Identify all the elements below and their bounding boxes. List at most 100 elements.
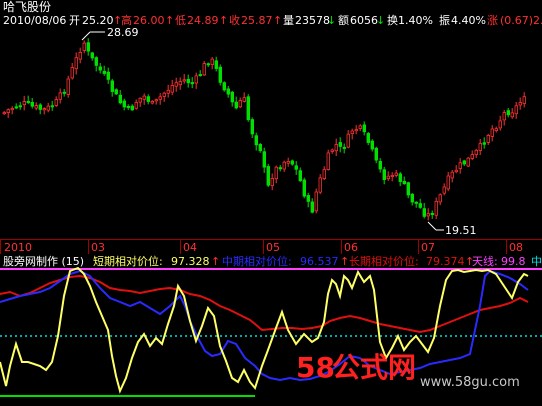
time-tick-06	[341, 240, 342, 254]
candle-body	[214, 60, 218, 69]
candle-body	[186, 78, 190, 84]
candle-body	[446, 175, 450, 190]
candle-body	[386, 175, 390, 179]
candle-body	[34, 105, 38, 109]
candle-body	[258, 143, 262, 152]
candle-body	[406, 182, 410, 196]
candle-body	[522, 96, 526, 104]
candle-body	[418, 203, 422, 208]
time-tick-05	[263, 240, 264, 254]
time-label-08: 08	[509, 241, 523, 254]
candle-body	[162, 92, 166, 97]
candle-body	[506, 110, 510, 116]
candle-body	[110, 80, 114, 92]
candle-body	[190, 82, 194, 85]
candle-body	[322, 169, 326, 179]
candle-body	[502, 112, 506, 121]
candle-body	[518, 102, 522, 106]
candle-body	[310, 201, 314, 213]
candle-body	[2, 112, 6, 115]
candle-body	[38, 104, 42, 110]
candle-body	[398, 173, 402, 182]
candle-body	[198, 74, 202, 77]
candle-body	[442, 186, 446, 194]
candle-body	[338, 142, 342, 147]
candle-body	[422, 208, 426, 217]
candle-body	[382, 169, 386, 180]
candle-body	[194, 75, 198, 84]
candlestick-chart[interactable]	[0, 0, 542, 240]
candle-body	[290, 160, 294, 165]
candle-body	[166, 89, 170, 94]
candle-body	[346, 133, 350, 148]
candle-body	[222, 82, 226, 91]
candle-body	[90, 52, 94, 59]
candle-body	[78, 52, 82, 60]
candle-body	[10, 108, 14, 111]
candle-body	[26, 101, 30, 104]
candle-body	[438, 194, 442, 203]
candle-body	[426, 213, 430, 217]
time-tick-08	[506, 240, 507, 254]
candle-body	[402, 180, 406, 185]
candle-body	[354, 129, 358, 132]
time-label-06: 06	[344, 241, 358, 254]
time-label-04: 04	[183, 241, 197, 254]
candle-body	[470, 154, 474, 159]
candle-body	[334, 144, 338, 152]
candle-body	[154, 99, 158, 102]
candle-body	[510, 112, 514, 118]
high-marker-line	[81, 31, 91, 41]
low-marker-label: 19.51	[445, 224, 477, 237]
candle-body	[298, 170, 302, 181]
candle-body	[302, 179, 306, 197]
candle-body	[6, 109, 10, 113]
candle-body	[486, 134, 490, 143]
candle-body	[42, 108, 46, 111]
candle-body	[18, 105, 22, 108]
candle-body	[218, 66, 222, 83]
candle-body	[366, 133, 370, 143]
candle-body	[454, 169, 458, 173]
candle-body	[474, 149, 478, 155]
candle-body	[74, 57, 78, 70]
candle-body	[370, 140, 374, 150]
candle-body	[482, 142, 486, 145]
candle-body	[342, 146, 346, 149]
candle-body	[378, 160, 382, 170]
candle-body	[450, 171, 454, 179]
candle-body	[434, 200, 438, 216]
candle-body	[350, 130, 354, 134]
candle-body	[318, 177, 322, 193]
candle-body	[498, 120, 502, 129]
time-tick-03	[88, 240, 89, 254]
candle-body	[390, 174, 394, 177]
candle-body	[514, 105, 518, 115]
candle-body	[150, 101, 154, 104]
candle-body	[262, 151, 266, 168]
candle-body	[314, 191, 318, 212]
long-term-line	[0, 274, 529, 334]
candle-body	[414, 201, 418, 204]
candle-body	[270, 177, 274, 187]
candle-body	[286, 160, 290, 164]
candle-body	[118, 94, 122, 104]
candle-body	[70, 67, 74, 79]
candle-body	[22, 101, 26, 105]
candle-body	[466, 157, 470, 167]
candle-body	[130, 105, 134, 111]
candle-body	[98, 66, 102, 71]
candle-body	[106, 71, 110, 80]
candle-body	[462, 160, 466, 165]
candle-body	[86, 42, 90, 52]
candle-body	[250, 119, 254, 135]
candle-body	[134, 102, 138, 109]
candle-body	[30, 102, 34, 107]
candle-body	[230, 91, 234, 103]
candle-body	[358, 125, 362, 129]
candle-body	[494, 128, 498, 131]
candle-body	[146, 96, 150, 102]
candle-body	[62, 91, 66, 94]
candle-body	[226, 88, 230, 95]
candle-body	[430, 212, 434, 215]
